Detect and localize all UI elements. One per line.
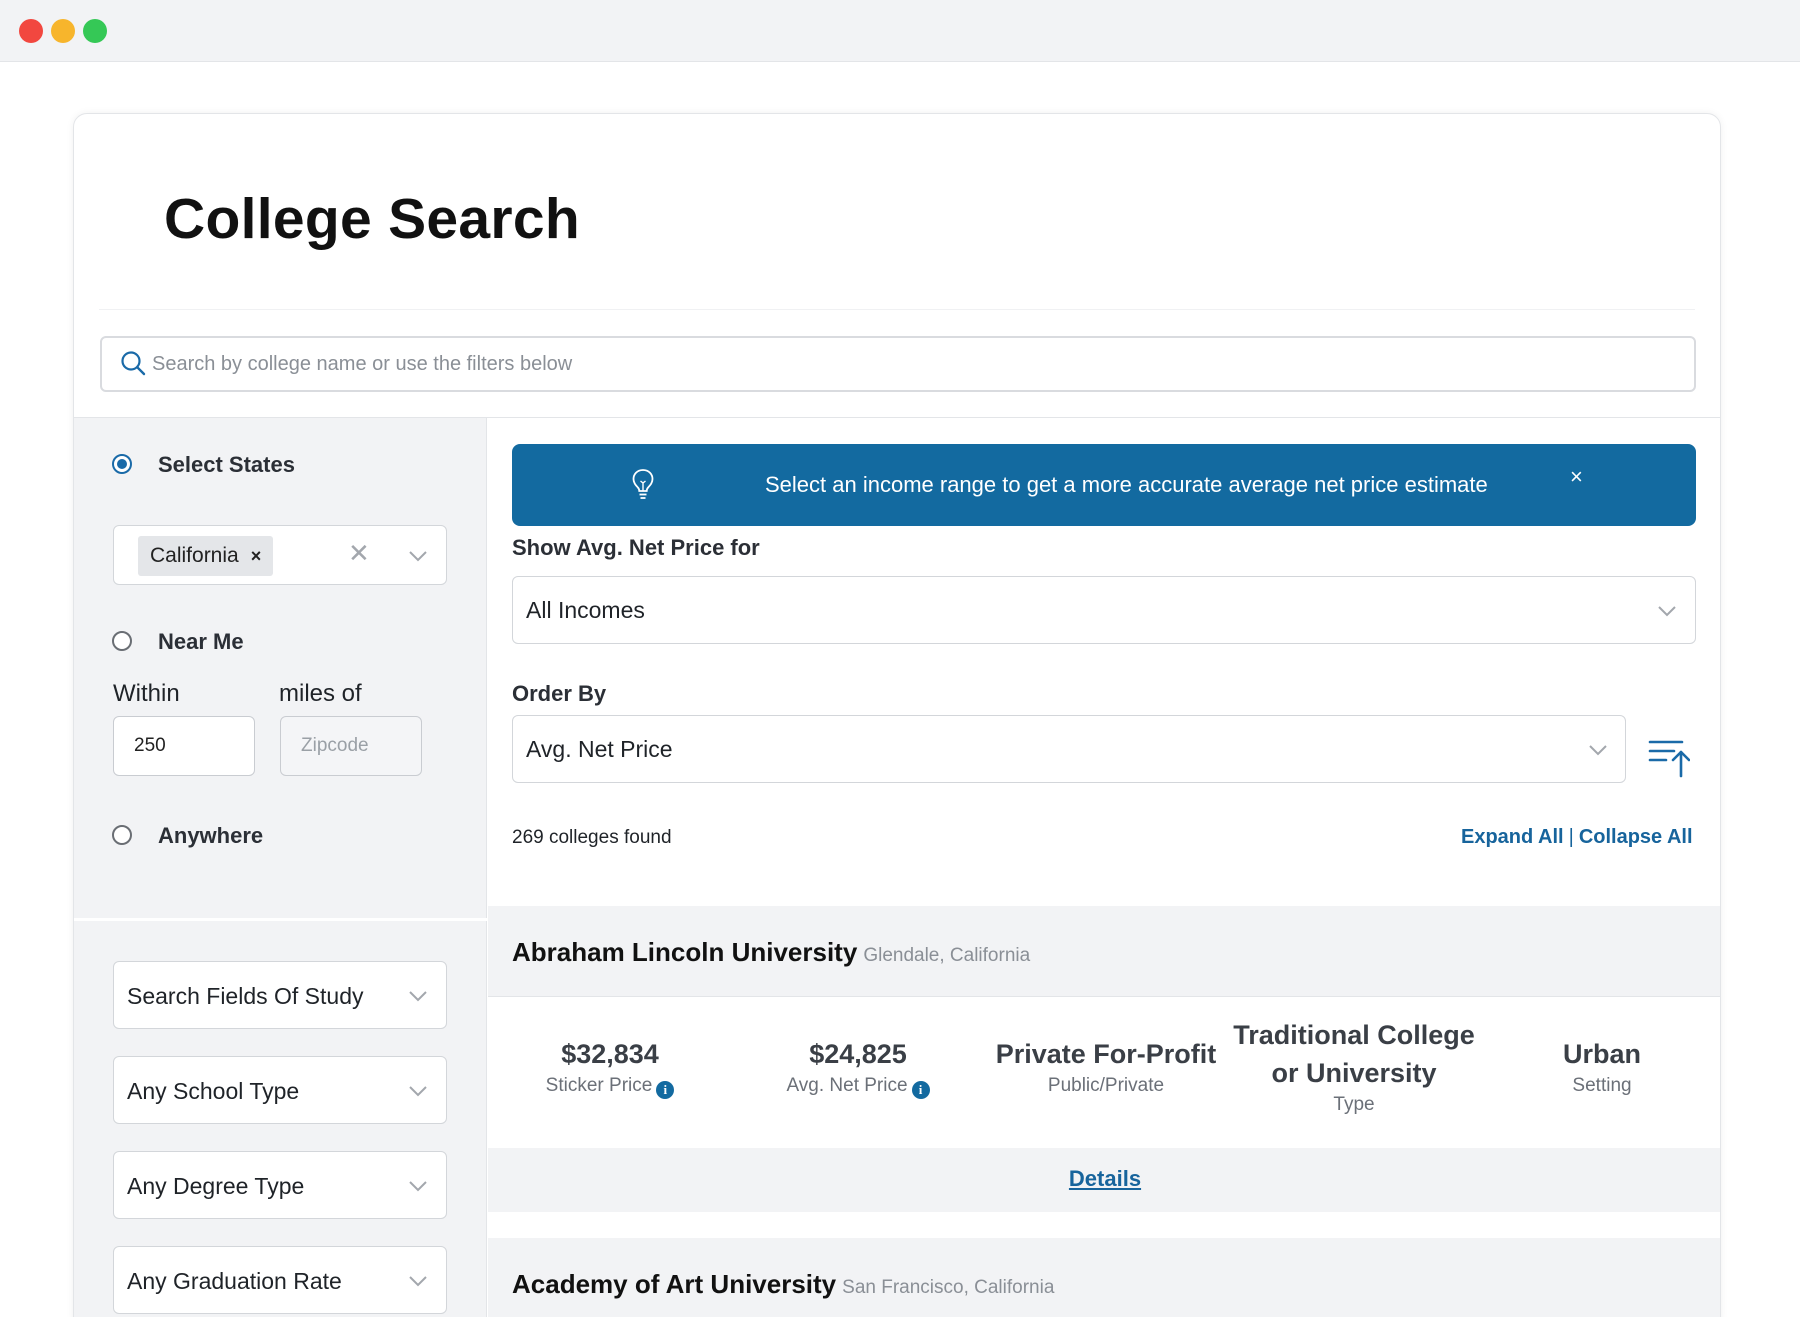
- collapse-all-link[interactable]: Collapse All: [1579, 826, 1693, 848]
- state-multiselect[interactable]: California × ✕: [113, 525, 447, 585]
- result-header[interactable]: Abraham Lincoln University Glendale, Cali…: [488, 906, 1720, 996]
- college-location: Glendale, California: [863, 945, 1031, 966]
- order-by-value: Avg. Net Price: [526, 736, 673, 762]
- chevron-down-icon: [409, 1276, 427, 1287]
- miles-of-label: miles of: [279, 680, 362, 707]
- chevron-down-icon: [409, 1181, 427, 1192]
- radio-anywhere[interactable]: [112, 825, 132, 845]
- graduation-rate-select[interactable]: Any Graduation Rate: [113, 1246, 447, 1314]
- school-type-label: Any School Type: [127, 1078, 300, 1104]
- sort-ascending-icon[interactable]: [1648, 738, 1690, 778]
- radio-label-near-me[interactable]: Near Me: [158, 629, 244, 655]
- chevron-down-icon: [1658, 606, 1676, 617]
- expand-all-link[interactable]: Expand All: [1461, 826, 1564, 848]
- search-box[interactable]: [100, 336, 1696, 392]
- sticker-price-value: $32,834: [561, 1039, 659, 1069]
- page-title: College Search: [164, 187, 581, 251]
- banner-text: Select an income range to get a more acc…: [765, 472, 1488, 497]
- college-name[interactable]: Abraham Lincoln University: [512, 937, 857, 967]
- divider: [74, 918, 487, 921]
- chip-remove-icon[interactable]: ×: [251, 546, 262, 566]
- chevron-down-icon[interactable]: [408, 550, 428, 562]
- public-private-caption: Public/Private: [1047, 1075, 1165, 1096]
- college-location: San Francisco, California: [842, 1277, 1055, 1298]
- graduation-rate-label: Any Graduation Rate: [127, 1268, 342, 1294]
- chevron-down-icon: [409, 991, 427, 1002]
- net-price-select[interactable]: All Incomes: [512, 576, 1696, 644]
- banner-close-icon[interactable]: ×: [1570, 464, 1583, 490]
- search-input[interactable]: [152, 348, 1652, 380]
- stat-sticker-price: $32,834 Sticker Price i: [488, 1035, 732, 1099]
- within-label: Within: [113, 680, 180, 707]
- radio-select-states[interactable]: [112, 454, 132, 474]
- type-caption: Type: [1333, 1094, 1375, 1115]
- stat-type: Traditional College or University Type: [1232, 1016, 1476, 1118]
- order-by-select[interactable]: Avg. Net Price: [512, 715, 1626, 783]
- stat-public-private: Private For-Profit Public/Private: [984, 1035, 1228, 1099]
- info-icon[interactable]: i: [911, 1081, 930, 1099]
- search-icon: [121, 351, 146, 376]
- chevron-down-icon: [1589, 745, 1607, 756]
- stat-setting: Urban Setting: [1480, 1035, 1720, 1099]
- setting-caption: Setting: [1572, 1075, 1632, 1096]
- order-by-label: Order By: [512, 681, 607, 706]
- college-search-card: College Search Select States California ×…: [73, 113, 1721, 1317]
- filter-sidebar: Select States California × ✕ Near Me With…: [74, 418, 487, 1317]
- avg-net-price-value: $24,825: [809, 1039, 907, 1069]
- results-count: 269 colleges found: [512, 827, 672, 848]
- college-name-row: Academy of Art University San Francisco, …: [512, 1269, 1054, 1300]
- miles-input[interactable]: [113, 716, 255, 776]
- school-type-select[interactable]: Any School Type: [113, 1056, 447, 1124]
- degree-type-label: Any Degree Type: [127, 1173, 305, 1199]
- window-close-button[interactable]: [19, 19, 43, 43]
- setting-value: Urban: [1562, 1039, 1641, 1069]
- radio-label-anywhere[interactable]: Anywhere: [158, 823, 263, 849]
- result-details-row: Details: [488, 1148, 1720, 1212]
- public-private-value: Private For-Profit: [995, 1039, 1217, 1069]
- details-link[interactable]: Details: [1069, 1166, 1141, 1191]
- fields-of-study-select[interactable]: Search Fields Of Study: [113, 961, 447, 1029]
- window-minimize-button[interactable]: [51, 19, 75, 43]
- link-separator: |: [1568, 826, 1574, 848]
- zipcode-input[interactable]: [280, 716, 422, 776]
- result-header[interactable]: Academy of Art University San Francisco, …: [488, 1238, 1720, 1317]
- college-name-row: Abraham Lincoln University Glendale, Cali…: [512, 937, 1030, 968]
- state-chip-label: California: [150, 544, 239, 567]
- radio-label-select-states[interactable]: Select States: [158, 452, 295, 478]
- info-icon[interactable]: i: [656, 1081, 675, 1099]
- chevron-down-icon: [409, 1086, 427, 1097]
- window-zoom-button[interactable]: [83, 19, 107, 43]
- state-chip-california: California ×: [138, 536, 274, 576]
- college-name[interactable]: Academy of Art University: [512, 1269, 836, 1299]
- income-tip-banner: Select an income range to get a more acc…: [512, 444, 1696, 526]
- window-titlebar: [0, 0, 1800, 62]
- radio-near-me[interactable]: [112, 631, 132, 651]
- type-value: Traditional College or University: [1233, 1020, 1475, 1088]
- net-price-value: All Incomes: [526, 597, 645, 623]
- sticker-price-caption: Sticker Price: [545, 1075, 653, 1096]
- net-price-label: Show Avg. Net Price for: [512, 535, 760, 560]
- stat-avg-net-price: $24,825 Avg. Net Price i: [736, 1035, 980, 1099]
- expand-collapse-links: Expand All | Collapse All: [1461, 826, 1693, 849]
- degree-type-select[interactable]: Any Degree Type: [113, 1151, 447, 1219]
- avg-net-price-caption: Avg. Net Price: [786, 1075, 908, 1096]
- fields-of-study-label: Search Fields Of Study: [127, 983, 364, 1009]
- clear-states-icon[interactable]: ✕: [348, 538, 370, 569]
- divider: [99, 309, 1695, 310]
- result-stats: $32,834 Sticker Price i $24,825 Avg. Net …: [488, 996, 1720, 1148]
- lightbulb-icon: [632, 469, 654, 499]
